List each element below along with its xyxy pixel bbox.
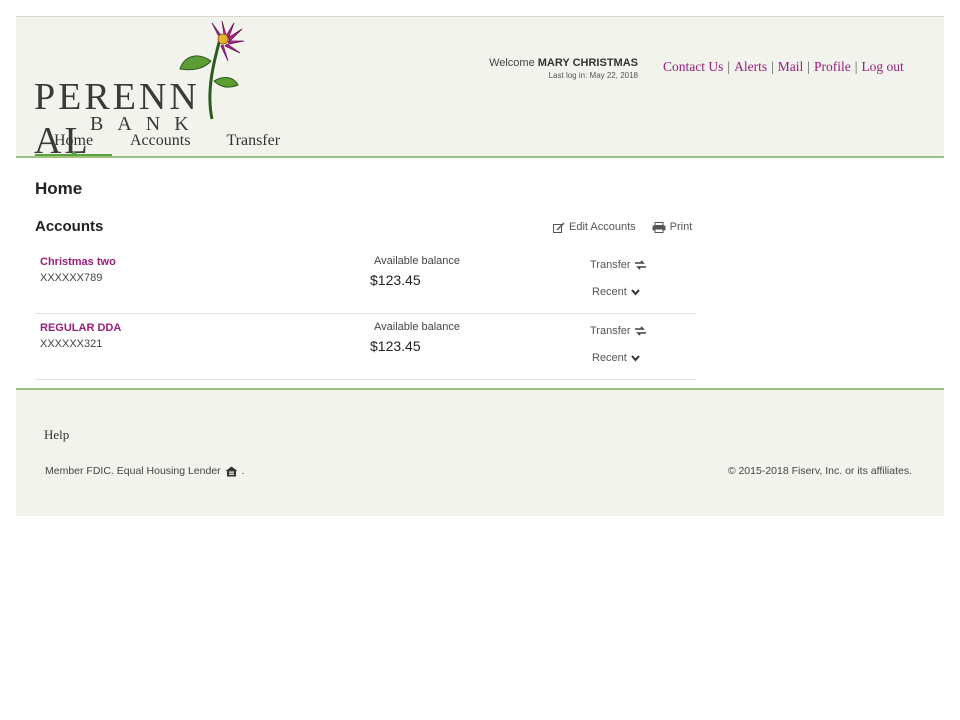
transfer-button[interactable]: Transfer [590,325,646,337]
account-number: XXXXXX789 [40,272,103,284]
site-footer: Help Member FDIC. Equal Housing Lender .… [16,388,944,516]
recent-label: Recent [592,286,627,298]
logo-word-part-1: PERENN [34,76,200,118]
transfer-arrows-icon [634,260,646,270]
account-row: Christmas two XXXXXX789 Available balanc… [35,248,696,314]
mail-link[interactable]: Mail [778,59,804,74]
recent-dropdown[interactable]: Recent [592,352,640,364]
section-title: Accounts [35,218,104,235]
user-name: MARY CHRISTMAS [537,57,638,69]
nav-tab-home[interactable]: Home [35,130,112,156]
transfer-label: Transfer [590,325,631,337]
account-name-link[interactable]: Christmas two [40,256,116,268]
fdic-text: Member FDIC. Equal Housing Lender [45,465,221,477]
log-out-link[interactable]: Log out [861,59,903,74]
edit-accounts-label: Edit Accounts [569,221,636,233]
account-number: XXXXXX321 [40,338,103,350]
account-name-link[interactable]: REGULAR DDA [40,322,121,334]
last-login: Last log in: May 22, 2018 [548,71,638,80]
alerts-link[interactable]: Alerts [734,59,767,74]
transfer-button[interactable]: Transfer [590,259,646,271]
available-balance-label: Available balance [374,321,461,333]
available-balance-value: $123.45 [370,272,421,288]
link-separator: | [771,59,774,74]
top-links: Contact Us | Alerts | Mail | Profile | Log out [663,59,933,75]
nav-tab-transfer[interactable]: Transfer [226,130,280,156]
link-separator: | [727,59,731,74]
welcome-block: Welcome MARY CHRISTMAS Last log in: May … [486,57,638,80]
link-separator: | [807,59,810,74]
link-separator: | [854,59,858,74]
active-tab-caret-icon [69,151,79,156]
account-row: REGULAR DDA XXXXXX321 Available balance … [35,314,696,380]
copyright: © 2015-2018 Fiserv, Inc. or its affiliat… [727,465,912,477]
chevron-down-icon [631,288,640,296]
available-balance-value: $123.45 [370,338,421,354]
print-label: Print [669,221,693,233]
fdic-notice: Member FDIC. Equal Housing Lender . [45,465,245,477]
available-balance-label: Available balance [374,255,461,267]
nav-tab-transfer-label: Transfer [226,132,281,149]
transfer-label: Transfer [590,259,631,271]
profile-link[interactable]: Profile [814,59,851,74]
edit-icon [553,222,565,233]
page-title: Home [35,179,83,198]
recent-label: Recent [592,352,627,364]
nav-tab-accounts[interactable]: Accounts [130,130,190,156]
printer-icon [652,221,666,233]
fdic-period: . [241,465,245,477]
chevron-down-icon [631,354,640,362]
nav-tab-accounts-label: Accounts [130,132,191,149]
print-button[interactable]: Print [652,221,693,233]
help-link[interactable]: Help [44,427,69,443]
nav-tab-home-label: Home [53,132,94,149]
edit-accounts-button[interactable]: Edit Accounts [553,221,636,233]
site-header: PERENNAL BANK Welcome MARY CHRISTMAS Las… [16,16,944,162]
welcome-prefix: Welcome [489,57,538,69]
equal-housing-icon [225,466,238,476]
contact-us-link[interactable]: Contact Us [663,59,723,74]
transfer-arrows-icon [634,326,646,336]
main-nav: Home Accounts Transfer [35,130,280,156]
page-frame: PERENNAL BANK Welcome MARY CHRISTMAS Las… [16,16,944,516]
bank-logo[interactable]: PERENNAL BANK [34,21,254,162]
recent-dropdown[interactable]: Recent [592,286,640,298]
account-tools: Edit Accounts Print [553,221,692,233]
